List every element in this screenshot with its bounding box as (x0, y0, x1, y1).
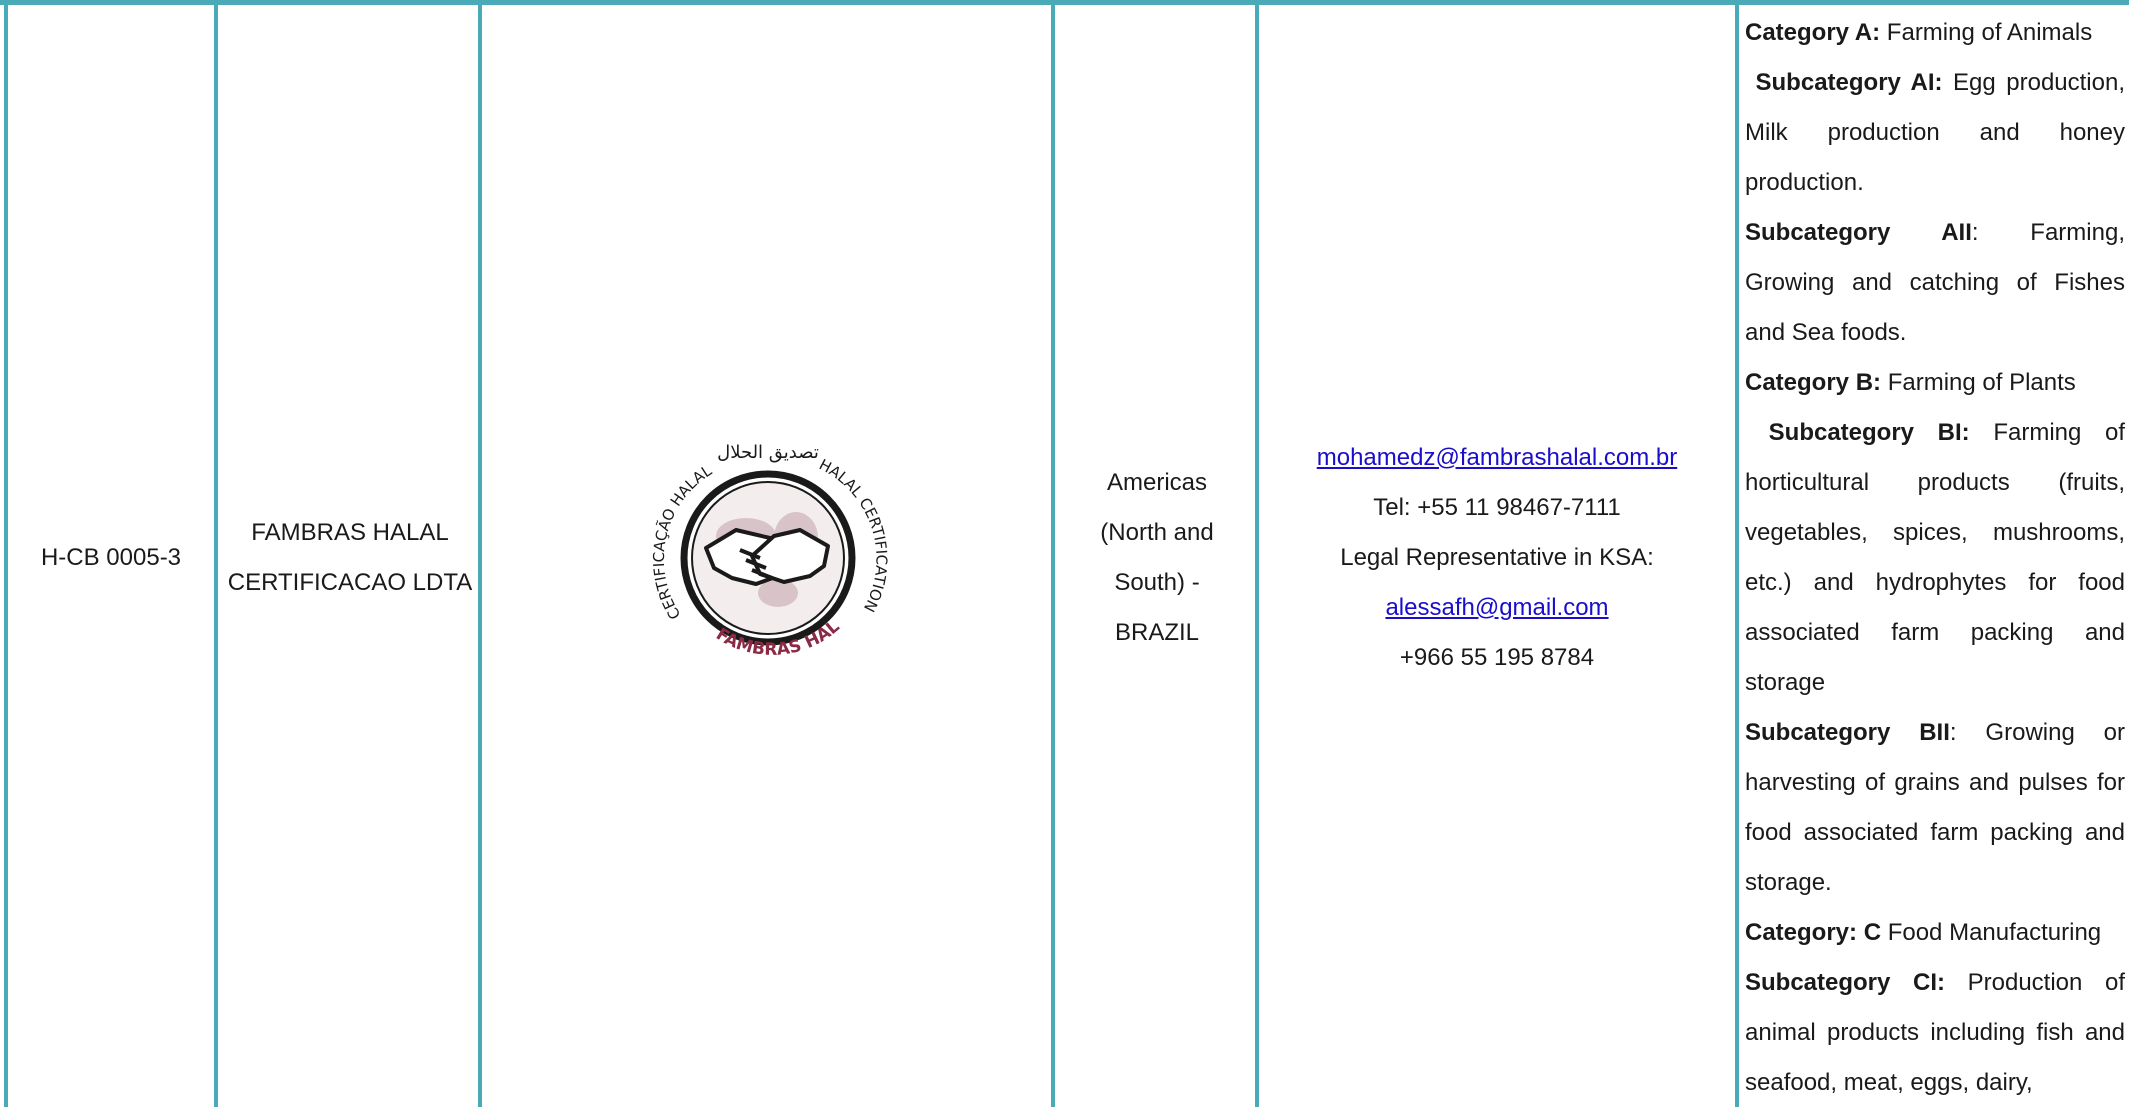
region-line: South) - (1114, 568, 1200, 596)
legal-representative-label: Legal Representative in KSA: (1340, 543, 1654, 571)
company-name-cell: FAMBRAS HALAL CERTIFICACAO LDTA (220, 8, 480, 1107)
scope-item: Category: C Food Manufacturing (1745, 908, 2125, 958)
representative-phone: +966 55 195 8784 (1399, 643, 1595, 671)
region-line: BRAZIL (1114, 618, 1200, 646)
scope-item: Subcategory CI: Production of animal pro… (1745, 958, 2125, 1107)
company-name-line: CERTIFICACAO LDTA (227, 568, 473, 596)
scope-item-heading: Subcategory CI: (1745, 969, 1945, 996)
scope-item: Subcategory BI: Farming of horticultural… (1745, 408, 2125, 708)
contact-cell: mohamedz@fambrashalal.com.br Tel: +55 11… (1261, 8, 1733, 1107)
scope-item-heading: Category B: (1745, 369, 1882, 396)
scope-item-heading: Subcategory AI: (1745, 69, 1943, 96)
scope-cell: Category A: Farming of Animals Subcatego… (1745, 8, 2125, 1107)
scope-item-text: Farming of Plants (1881, 369, 2076, 396)
scope-item-text: Food Manufacturing (1881, 919, 2102, 946)
scope-item: Subcategory BII: Growing or harvesting o… (1745, 708, 2125, 908)
fambras-halal-logo: CERTIFICAÇÃO HALAL HALAL CERTIFICATION ت… (628, 418, 891, 660)
scope-item-heading: Category: C (1745, 919, 1882, 946)
representative-email-link[interactable]: alessafh@gmail.com (1385, 583, 1608, 633)
handshake-icon (704, 527, 830, 586)
region-cell: Americas (North and South) - BRAZIL (1057, 8, 1257, 1107)
scope-item-heading: Subcategory AII (1745, 219, 1972, 246)
scope-item: Subcategory AII: Farming, Growing and ca… (1745, 208, 2125, 358)
column-border (214, 0, 218, 1107)
region-line: Americas (1106, 468, 1208, 496)
contact-email-link[interactable]: mohamedz@fambrashalal.com.br (1317, 433, 1678, 483)
certificate-code: H-CB 0005-3 (40, 543, 182, 571)
scope-item-heading: Subcategory BII (1745, 719, 1950, 746)
contact-phone: Tel: +55 11 98467-7111 (1373, 493, 1621, 521)
scope-item: Subcategory AI: Egg production, Milk pro… (1745, 58, 2125, 208)
scope-item: Category A: Farming of Animals (1745, 8, 2125, 58)
scope-item-text: Farming of Animals (1880, 19, 2093, 46)
column-border (1735, 0, 1739, 1107)
code-cell: H-CB 0005-3 (8, 8, 214, 1107)
scope-item-heading: Category A: (1745, 19, 1881, 46)
region-line: (North and (1100, 518, 1214, 546)
scope-item: Category B: Farming of Plants (1745, 358, 2125, 408)
logo-cell: CERTIFICAÇÃO HALAL HALAL CERTIFICATION ت… (484, 8, 1052, 1107)
certification-table: H-CB 0005-3 FAMBRAS HALAL CERTIFICACAO L… (0, 0, 2129, 1107)
table-top-border (0, 0, 2129, 5)
scope-item-text: Farming of horticultural products (fruit… (1745, 419, 2125, 696)
logo-arabic-text: تصديق الحلال (717, 442, 819, 463)
scope-item-heading: Subcategory BI: (1745, 419, 1970, 446)
company-name-line: FAMBRAS HALAL (251, 518, 449, 546)
